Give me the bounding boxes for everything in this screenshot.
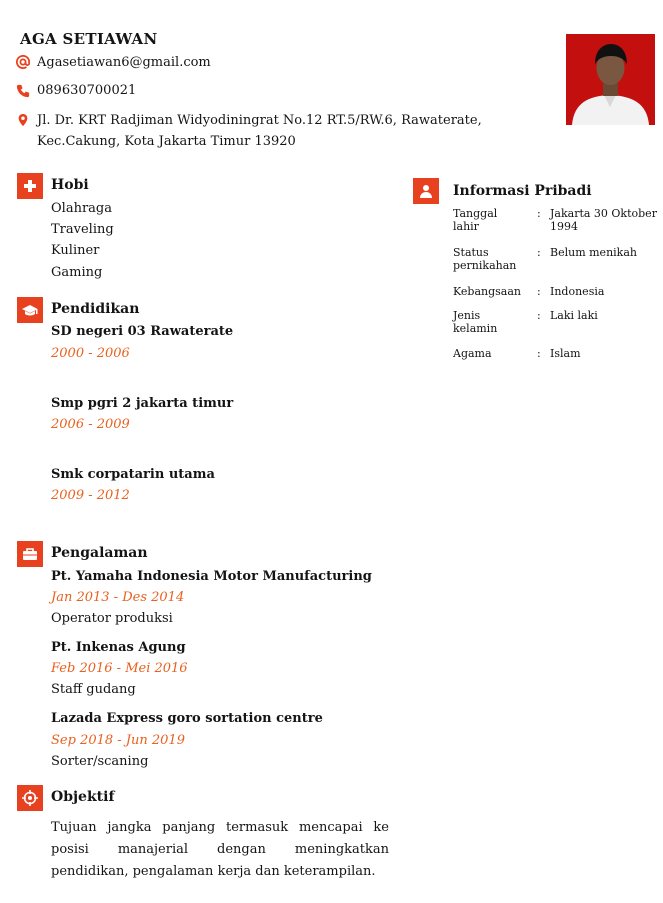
user-icon	[413, 178, 439, 204]
work-role: Sorter/scaning	[51, 754, 149, 769]
info-colon: :	[537, 285, 541, 298]
objective-text: Tujuan jangka panjang termasuk mencapai …	[51, 820, 389, 879]
pendidikan-title: Pendidikan	[51, 301, 140, 317]
company-name: Lazada Express goro sortation centre	[51, 711, 323, 726]
school-years: 2000 - 2006	[51, 346, 130, 361]
work-period: Sep 2018 - Jun 2019	[51, 733, 185, 748]
objektif-title: Objektif	[51, 789, 115, 805]
graduation-cap-icon	[17, 297, 43, 323]
school-name: Smp pgri 2 jakarta timur	[51, 396, 234, 411]
phone-text: 089630700021	[37, 83, 137, 98]
profile-photo	[566, 34, 655, 125]
info-label: Agama	[453, 347, 492, 360]
info-label: Jenis kelamin	[453, 309, 498, 335]
work-period: Jan 2013 - Des 2014	[51, 590, 185, 605]
company-name: Pt. Yamaha Indonesia Motor Manufacturing	[51, 569, 372, 584]
hobi-item: Gaming	[51, 265, 103, 280]
info-value: Belum menikah	[550, 246, 637, 259]
hobi-item: Traveling	[51, 222, 114, 237]
resume-name: AGA SETIAWAN	[20, 30, 158, 48]
medical-cross-icon	[17, 173, 43, 199]
info-colon: :	[537, 207, 541, 220]
email-text: Agasetiawan6@gmail.com	[37, 55, 211, 70]
hobi-item: Kuliner	[51, 243, 100, 258]
info-value: Jakarta 30 Oktober 1994	[550, 207, 657, 233]
work-period: Feb 2016 - Mei 2016	[51, 661, 188, 676]
location-pin-icon	[18, 113, 28, 127]
at-icon	[16, 55, 30, 69]
hobi-title: Hobi	[51, 177, 89, 193]
address-line-1: Jl. Dr. KRT Radjiman Widyodiningrat No.1…	[37, 113, 482, 128]
info-colon: :	[537, 309, 541, 322]
phone-icon	[16, 84, 30, 98]
info-value: Islam	[550, 347, 581, 360]
company-name: Pt. Inkenas Agung	[51, 640, 186, 655]
info-colon: :	[537, 246, 541, 259]
info-label: Tanggal lahir	[453, 207, 498, 233]
school-name: Smk corpatarin utama	[51, 467, 215, 482]
briefcase-icon	[17, 541, 43, 567]
school-years: 2006 - 2009	[51, 417, 130, 432]
info-label: Status pernikahan	[453, 246, 517, 272]
target-icon	[17, 785, 43, 811]
info-value: Indonesia	[550, 285, 605, 298]
info-value: Laki laki	[550, 309, 598, 322]
info-colon: :	[537, 347, 541, 360]
informasi-title: Informasi Pribadi	[453, 183, 592, 199]
pengalaman-title: Pengalaman	[51, 545, 148, 561]
address-line-2: Kec.Cakung, Kota Jakarta Timur 13920	[37, 134, 296, 149]
school-years: 2009 - 2012	[51, 488, 130, 503]
work-role: Staff gudang	[51, 682, 136, 697]
work-role: Operator produksi	[51, 611, 173, 626]
hobi-item: Olahraga	[51, 201, 112, 216]
info-label: Kebangsaan	[453, 285, 522, 298]
school-name: SD negeri 03 Rawaterate	[51, 324, 234, 339]
